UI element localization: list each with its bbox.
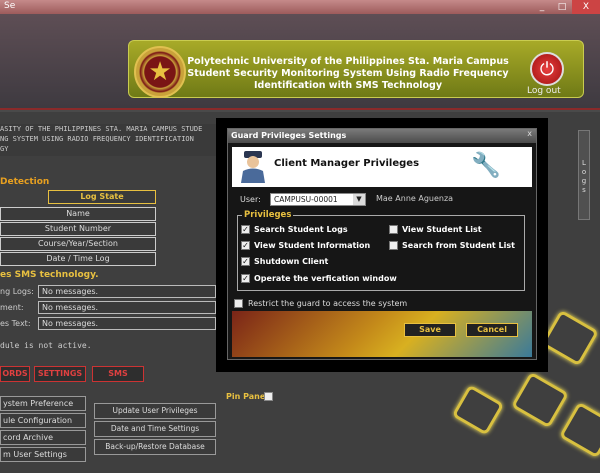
privileges-title: Privileges: [242, 210, 294, 220]
privilege-label: Shutdown Client: [254, 257, 329, 266]
privilege-label: View Student Information: [254, 241, 371, 250]
dialog-header: Client Manager Privileges 🔧: [232, 147, 532, 187]
checkbox-view-student-list[interactable]: [389, 225, 398, 234]
update-user-privileges-button[interactable]: Update User Privileges: [94, 403, 216, 419]
tab-settings[interactable]: SETTINGS: [34, 366, 86, 382]
date-time-settings-button[interactable]: Date and Time Settings: [94, 421, 216, 437]
field-course: Course/Year/Section: [0, 237, 156, 251]
maximize-button[interactable]: □: [552, 0, 572, 14]
module-status: dule is not active.: [0, 341, 92, 350]
window-controls: _ □ X: [532, 0, 600, 14]
logout-button[interactable]: ⏻: [530, 52, 564, 86]
save-button[interactable]: Save: [404, 323, 456, 337]
privilege-label: Operate the verfication window: [254, 274, 397, 283]
sms-row-label: ng Logs:: [0, 287, 34, 296]
banner-line: NG SYSTEM USING RADIO FREQUENCY IDENTIFI…: [0, 135, 194, 143]
user-label: User:: [240, 195, 261, 204]
detection-title: Detection: [0, 177, 50, 187]
close-window-button[interactable]: X: [572, 0, 600, 14]
menu-record-archive[interactable]: cord Archive: [0, 430, 86, 445]
sms-row-label: es Text:: [0, 319, 31, 328]
restrict-guard-label: Restrict the guard to access the system: [248, 299, 408, 308]
tools-icon: 🔧: [471, 151, 501, 179]
guard-privileges-dialog: Guard Privileges Settings x Client Manag…: [227, 128, 537, 360]
header-title-line-1: Polytechnic University of the Philippine…: [187, 56, 509, 67]
privilege-label: Search Student Logs: [254, 225, 348, 234]
window-titlebar: [0, 0, 600, 14]
field-student-number: Student Number: [0, 222, 156, 236]
sms-row-value: No messages.: [38, 285, 216, 298]
header-title-line-3: Identification with SMS Technology: [253, 80, 443, 91]
checkbox-operate-verification[interactable]: ✓: [241, 274, 250, 283]
field-name: Name: [0, 207, 156, 221]
backup-restore-button[interactable]: Back-up/Restore Database: [94, 439, 216, 455]
seal-icon: ★: [134, 46, 186, 98]
checkbox-search-student-logs[interactable]: ✓: [241, 225, 250, 234]
user-full-name: Mae Anne Aguenza: [376, 194, 454, 203]
user-select-value: CAMPUSU-00001: [274, 195, 338, 204]
field-date-time: Date / Time Log: [0, 252, 156, 266]
checkbox-shutdown-client[interactable]: ✓: [241, 257, 250, 266]
dropdown-arrow-icon[interactable]: ▼: [353, 194, 365, 205]
privilege-label: Search from Student List: [402, 241, 515, 250]
checkbox-search-student-list[interactable]: [389, 241, 398, 250]
sms-row-label: ment:: [0, 303, 24, 312]
app-label: Se: [4, 1, 16, 11]
tab-sms[interactable]: SMS: [92, 366, 144, 382]
banner-line: ASITY OF THE PHILIPPINES STA. MARIA CAMP…: [0, 125, 203, 133]
dialog-heading: Client Manager Privileges: [274, 158, 420, 169]
dialog-title: Guard Privileges Settings: [228, 129, 536, 143]
sms-row-value: No messages.: [38, 301, 216, 314]
sms-section-title: es SMS technology.: [0, 270, 99, 280]
log-state-header: Log State: [48, 190, 156, 204]
marquee-banner: ASITY OF THE PHILIPPINES STA. MARIA CAMP…: [0, 124, 230, 156]
logout-label[interactable]: Log out: [527, 86, 561, 96]
cancel-button[interactable]: Cancel: [466, 323, 518, 337]
pin-panel-label: Pin Panel: [226, 392, 268, 401]
tab-records[interactable]: ORDS: [0, 366, 30, 382]
banner-line: GY: [0, 145, 9, 153]
power-icon: ⏻: [539, 58, 555, 80]
menu-system-preference[interactable]: ystem Preference: [0, 396, 86, 411]
privilege-label: View Student List: [402, 225, 482, 234]
user-select[interactable]: CAMPUSU-00001 ▼: [270, 193, 366, 206]
pin-panel-checkbox[interactable]: [264, 392, 273, 401]
menu-user-settings[interactable]: m User Settings: [0, 447, 86, 462]
dialog-close-button[interactable]: x: [527, 129, 532, 138]
checkbox-restrict-guard[interactable]: [234, 299, 243, 308]
menu-module-configuration[interactable]: ule Configuration: [0, 413, 86, 428]
logs-side-tab[interactable]: L o g s: [578, 130, 590, 220]
checkbox-view-student-information[interactable]: ✓: [241, 241, 250, 250]
header-title-line-2: Student Security Monitoring System Using…: [187, 68, 509, 79]
guard-icon: [238, 149, 268, 183]
sms-row-value: No messages.: [38, 317, 216, 330]
minimize-button[interactable]: _: [532, 0, 552, 14]
